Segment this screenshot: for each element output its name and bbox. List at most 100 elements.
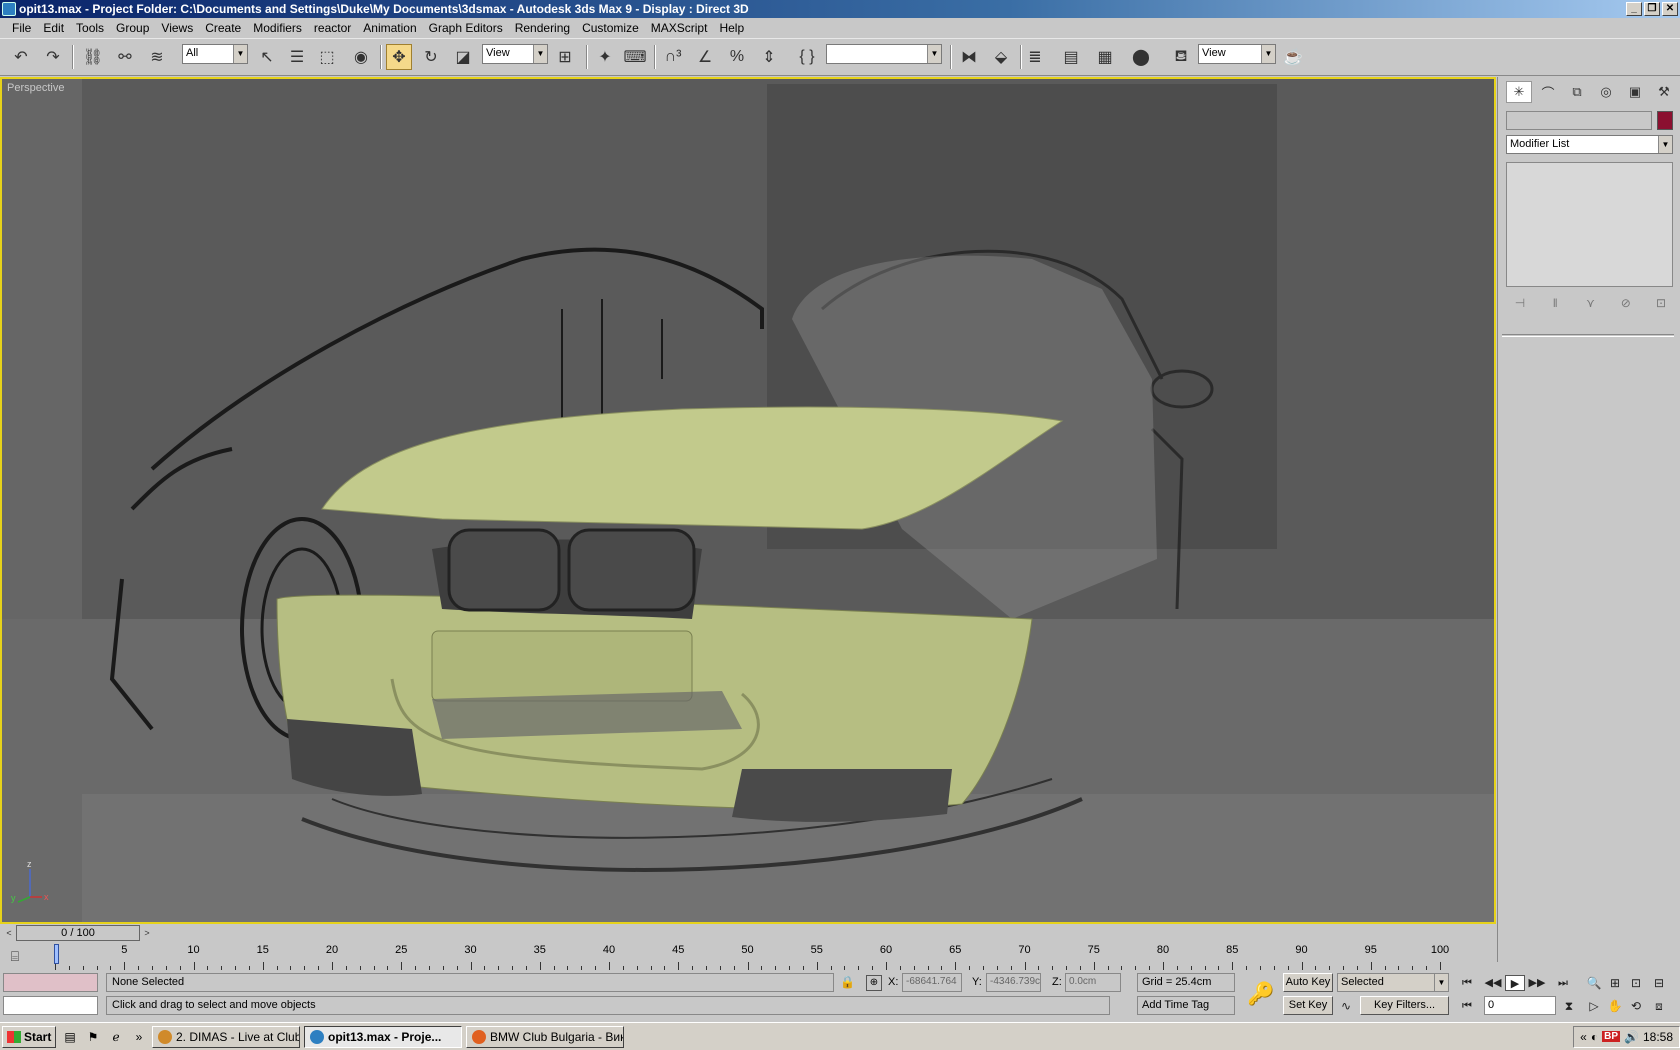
restore-button[interactable]: ❐ [1644,2,1660,16]
play-icon[interactable]: ▶ [1505,975,1525,991]
current-frame-field[interactable]: 0 [1484,996,1556,1015]
layer-manager-icon[interactable]: ≣ [1022,44,1048,70]
x-coordinate-field[interactable]: -68641.764 [902,973,962,992]
modifier-stack[interactable] [1506,162,1673,287]
next-frame-icon[interactable]: ▶▶ [1527,975,1547,991]
select-and-scale-icon[interactable]: ◪ [450,44,476,70]
select-and-move-icon[interactable]: ✥ [386,44,412,70]
menu-reactor[interactable]: reactor [308,21,357,35]
tray-app-icon[interactable]: ◐ [1591,1030,1598,1044]
motion-tab-icon[interactable]: ◎ [1593,81,1619,103]
curve-editor-icon[interactable]: ▤ [1058,44,1084,70]
key-mode-dropdown[interactable]: Selected ▼ [1337,973,1449,992]
select-object-icon[interactable]: ↖ [254,44,280,70]
time-slider-next[interactable]: > [140,925,154,941]
schematic-view-icon[interactable]: ▦ [1092,44,1118,70]
go-to-end-icon[interactable]: ⏭ [1553,975,1573,991]
configure-modifier-sets-icon[interactable]: ⊡ [1649,292,1673,314]
menu-create[interactable]: Create [199,21,247,35]
key-filters-button[interactable]: Key Filters... [1360,996,1449,1015]
internet-explorer-icon[interactable]: ℯ [107,1028,125,1046]
zoom-icon[interactable]: 🔍 [1585,974,1603,992]
track-bar[interactable]: ⌸ 5 10 15 20 25 30 35 40 45 50 55 60 65 70 75 80 85 90 95 1… [0,942,1496,970]
create-tab-icon[interactable]: ✳ [1506,81,1532,103]
arc-rotate-icon[interactable]: ⟲ [1627,997,1645,1015]
zoom-all-icon[interactable]: ⊞ [1606,974,1624,992]
menu-tools[interactable]: Tools [70,21,110,35]
close-button[interactable]: ✕ [1662,2,1678,16]
key-mode-toggle-icon[interactable]: ⏮ [1457,998,1477,1014]
maximize-viewport-icon[interactable]: ⧈ [1650,997,1668,1015]
open-mini-curve-editor-icon[interactable]: ⌸ [2,948,28,966]
bind-to-space-warp-icon[interactable]: ≋ [144,44,170,70]
select-and-link-icon[interactable]: ⛓ [80,44,106,70]
perspective-viewport[interactable]: Perspective z x y [0,77,1496,924]
selection-filter-dropdown[interactable]: All ▼ [182,44,248,64]
menu-edit[interactable]: Edit [37,21,70,35]
auto-key-button[interactable]: Auto Key [1283,973,1333,992]
pan-view-icon[interactable]: ✋ [1606,997,1624,1015]
key-curve-icon[interactable]: ∿ [1337,997,1355,1015]
menu-file[interactable]: File [6,21,37,35]
select-and-manipulate-icon[interactable]: ✦ [592,44,618,70]
make-unique-icon[interactable]: ⋎ [1579,292,1603,314]
modify-tab-icon[interactable]: ⌒ [1535,81,1561,103]
selection-lock-icon[interactable]: 🔒 [840,975,855,989]
keyboard-shortcut-override-icon[interactable]: ⌨ [622,44,648,70]
tray-language-badge[interactable]: BP [1602,1031,1621,1042]
task-3dsmax[interactable]: opit13.max - Proje... [304,1025,462,1048]
language-flag-icon[interactable]: ⚑ [84,1028,102,1046]
undo-icon[interactable]: ↶ [8,44,34,70]
menu-customize[interactable]: Customize [576,21,645,35]
percent-snap-icon[interactable]: % [724,44,750,70]
pin-stack-icon[interactable]: ⊣ [1508,292,1532,314]
z-coordinate-field[interactable]: 0.0cm [1065,973,1121,992]
y-coordinate-field[interactable]: -4346.739c [986,973,1041,992]
clock[interactable]: 18:58 [1643,1030,1673,1044]
volume-icon[interactable]: 🔊 [1624,1030,1639,1044]
snaps-toggle-icon[interactable]: ∩³ [660,44,686,70]
reference-coordinate-dropdown[interactable]: View ▼ [482,44,548,64]
time-configuration-icon[interactable]: ⧗ [1560,997,1578,1015]
menu-views[interactable]: Views [155,21,199,35]
redo-icon[interactable]: ↷ [40,44,66,70]
zoom-extents-all-icon[interactable]: ⊟ [1650,974,1668,992]
zoom-extents-icon[interactable]: ⊡ [1627,974,1645,992]
current-frame-cursor[interactable] [54,944,59,964]
menu-modifiers[interactable]: Modifiers [247,21,308,35]
mirror-icon[interactable]: ⧓ [956,44,982,70]
add-time-tag[interactable]: Add Time Tag [1137,996,1235,1015]
hierarchy-tab-icon[interactable]: ⧉ [1564,81,1590,103]
menu-rendering[interactable]: Rendering [509,21,576,35]
rectangular-selection-icon[interactable]: ⬚ [314,44,340,70]
object-color-swatch[interactable] [1657,111,1673,130]
show-end-result-icon[interactable]: ‖ [1543,292,1567,314]
set-key-icon[interactable]: 🔑 [1243,976,1279,1012]
modifier-list-dropdown[interactable]: Modifier List ▼ [1506,135,1673,154]
maxscript-listener-mini[interactable] [3,973,98,992]
time-slider[interactable]: < 0 / 100 > [0,924,1496,942]
field-of-view-icon[interactable]: ▷ [1585,997,1603,1015]
time-slider-prev[interactable]: < [2,925,16,941]
time-slider-thumb[interactable]: 0 / 100 [16,925,140,941]
set-key-button[interactable]: Set Key [1283,996,1333,1015]
spinner-snap-icon[interactable]: ⇕ [756,44,782,70]
named-selection-dropdown[interactable]: ▼ [826,44,942,64]
remove-modifier-icon[interactable]: ⊘ [1614,292,1638,314]
previous-frame-icon[interactable]: ◀◀ [1483,975,1503,991]
pivot-center-icon[interactable]: ⊞ [552,44,578,70]
angle-snap-icon[interactable]: ∠ [692,44,718,70]
quick-launch-more-icon[interactable]: » [130,1028,148,1046]
minimize-button[interactable]: _ [1626,2,1642,16]
material-editor-icon[interactable]: ⬤ [1128,44,1154,70]
menu-animation[interactable]: Animation [357,21,422,35]
unlink-selection-icon[interactable]: ⚯ [112,44,138,70]
task-winamp[interactable]: 2. DIMAS - Live at Club P... [152,1025,300,1048]
frame-ruler[interactable]: 5 10 15 20 25 30 35 40 45 50 55 60 65 70 75 80 85 90 95 100 [55,942,1495,970]
start-button[interactable]: Start [2,1025,56,1048]
select-by-name-icon[interactable]: ☰ [284,44,310,70]
go-to-start-icon[interactable]: ⏮ [1457,975,1477,991]
object-name-field[interactable] [1506,111,1652,130]
absolute-mode-icon[interactable]: ⊕ [866,975,882,991]
menu-group[interactable]: Group [110,21,155,35]
